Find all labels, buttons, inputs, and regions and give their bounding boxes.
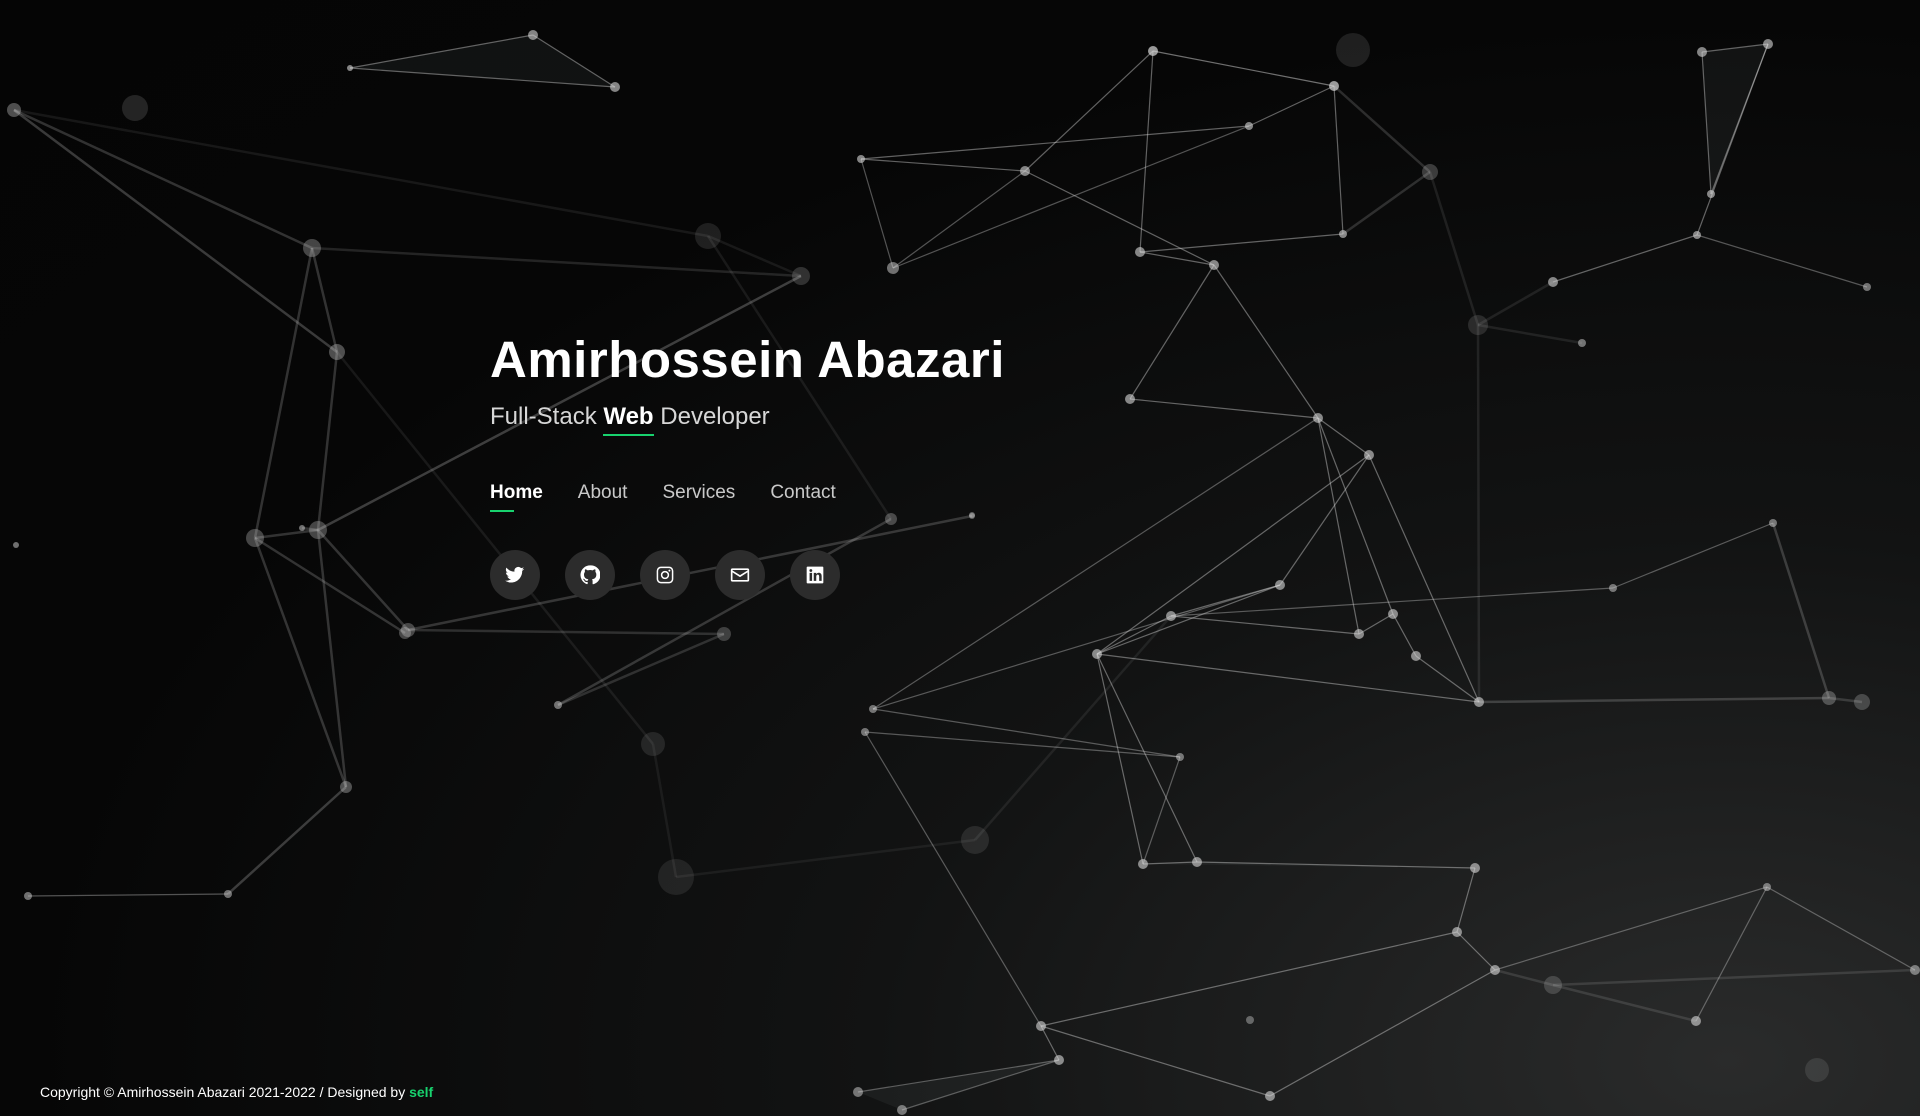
nav-about[interactable]: About (578, 482, 628, 510)
github-button[interactable] (565, 550, 615, 600)
tagline-emphasis: Web (603, 403, 654, 436)
email-button[interactable] (715, 550, 765, 600)
designer-link[interactable]: self (409, 1084, 433, 1100)
hero-background: Amirhossein Abazari Full-Stack Web Devel… (0, 0, 1920, 1116)
linkedin-button[interactable] (790, 550, 840, 600)
footer-copyright: Copyright © Amirhossein Abazari 2021-202… (40, 1084, 433, 1100)
copyright-text: Copyright © Amirhossein Abazari 2021-202… (40, 1084, 410, 1100)
nav-services[interactable]: Services (662, 482, 735, 510)
github-icon (580, 565, 600, 585)
envelope-icon (730, 568, 750, 582)
instagram-button[interactable] (640, 550, 690, 600)
twitter-button[interactable] (490, 550, 540, 600)
nav-contact[interactable]: Contact (770, 482, 835, 510)
instagram-icon (656, 566, 674, 584)
tagline-prefix: Full-Stack (490, 403, 604, 430)
page-title: Amirhossein Abazari (490, 331, 1005, 388)
tagline-suffix: Developer (653, 403, 770, 430)
main-nav: Home About Services Contact (490, 482, 1005, 512)
tagline: Full-Stack Web Developer (490, 402, 1005, 436)
nav-home[interactable]: Home (490, 482, 543, 512)
hero-section: Amirhossein Abazari Full-Stack Web Devel… (490, 330, 1005, 600)
linkedin-icon (806, 566, 824, 584)
social-links (490, 550, 1005, 600)
twitter-icon (505, 566, 525, 583)
